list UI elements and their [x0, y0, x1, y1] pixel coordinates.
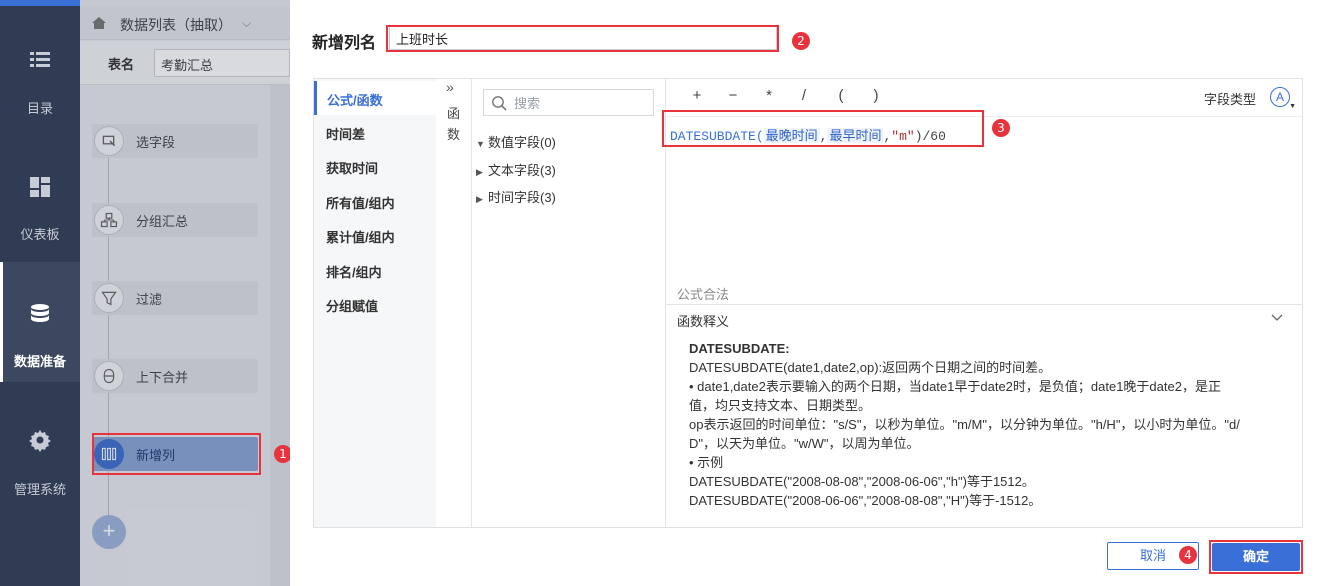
explanation-line: op表示返回的时间单位："s/S"，以秒为单位。"m/M"，以分钟为单位。"h/…: [689, 417, 1240, 432]
tree-label: 数值字段(0): [488, 135, 556, 150]
category-cumulative[interactable]: 累计值/组内: [314, 218, 436, 252]
highlight-box-confirm: [1209, 540, 1303, 574]
category-formula[interactable]: 公式/函数: [314, 81, 436, 115]
category-all-values[interactable]: 所有值/组内: [314, 184, 436, 218]
category-time-diff[interactable]: 时间差: [314, 115, 436, 149]
category-rank[interactable]: 排名/组内: [314, 253, 436, 287]
explanation-line: D"，以天为单位。"w/W"，以周为单位。: [689, 436, 920, 451]
nav-item-dashboard[interactable]: 仪表板: [0, 140, 80, 242]
step-label: 分组汇总: [136, 214, 189, 229]
tree-item-time[interactable]: ▶ 时间字段(3): [476, 187, 556, 206]
add-column-dialog: 新增列名 上班时长 2 公式/函数 时间差 获取时间 所有值/组内 累计值/组内…: [290, 8, 1326, 586]
field-type-icon[interactable]: A: [1270, 87, 1290, 107]
explanation-line: DATESUBDATE(date1,date2,op):返回两个日期之间的时间差…: [689, 360, 1052, 375]
tree-label: 文本字段(3): [488, 163, 556, 178]
bg-canvas-strip: [270, 85, 290, 586]
explanation-line: DATESUBDATE("2008-06-06","2008-08-08","H…: [689, 493, 1042, 508]
category-group-assign[interactable]: 分组赋值: [314, 287, 436, 321]
caret-right-icon: ▶: [476, 194, 483, 204]
step-union[interactable]: 上下合并: [92, 359, 258, 393]
caret-down-icon: ▼: [476, 139, 485, 149]
nav-label-catalog: 目录: [26, 101, 53, 116]
category-list: 公式/函数 时间差 获取时间 所有值/组内 累计值/组内 排名/组内 分组赋值: [314, 79, 436, 527]
step-badge-2: 2: [792, 32, 810, 50]
list-icon: [30, 52, 50, 67]
function-explanation: 函数释义 DATESUBDATE: DATESUBDATE(date1,date…: [666, 304, 1302, 527]
explanation-title: 函数释义: [677, 314, 730, 329]
dashboard-icon: [30, 177, 50, 197]
bg-table-name-label: 表名: [108, 57, 135, 72]
home-icon[interactable]: [92, 17, 106, 29]
field-pane: ▼数值字段(0) ▶ 文本字段(3) ▶ 时间字段(3): [472, 79, 666, 527]
tree-label: 时间字段(3): [488, 190, 556, 205]
step-label: 上下合并: [136, 370, 189, 385]
operator-multiply[interactable]: *: [759, 87, 779, 104]
explanation-line: DATESUBDATE("2008-08-08","2008-06-06","h…: [689, 474, 1035, 489]
caret-right-icon: ▶: [476, 167, 483, 177]
highlight-box-formula: [662, 110, 984, 147]
step-label: 选字段: [136, 135, 176, 150]
nav-top-accent: [0, 0, 80, 6]
merge-icon: [94, 361, 124, 391]
nav-item-admin[interactable]: 管理系统: [0, 395, 80, 497]
left-nav: 目录 仪表板 数据准备 管理系统: [0, 0, 80, 586]
function-column: » 函数: [436, 79, 472, 527]
operator-close-paren[interactable]: ): [866, 87, 886, 104]
explanation-line: • date1,date2表示要输入的两个日期，当date1早于date2时，是…: [689, 379, 1221, 394]
hierarchy-icon: [94, 205, 124, 235]
bg-name-bar: 表名 考勤汇总: [80, 41, 290, 85]
search-icon: [492, 96, 507, 111]
step-badge-3: 3: [992, 119, 1010, 137]
tree-item-text[interactable]: ▶ 文本字段(3): [476, 160, 556, 179]
bg-tab-bar: 数据列表（抽取） ⌵: [80, 6, 290, 40]
function-tab-label[interactable]: 函数: [447, 103, 461, 145]
field-search[interactable]: [483, 89, 654, 116]
explanation-line: • 示例: [689, 455, 724, 470]
category-get-time[interactable]: 获取时间: [314, 149, 436, 183]
gear-icon: [29, 430, 51, 452]
search-input[interactable]: [514, 94, 644, 112]
step-badge-4: 4: [1179, 546, 1197, 564]
explanation-line: 值，均只支持文本、日期类型。: [689, 398, 872, 413]
step-select-fields[interactable]: 选字段: [92, 124, 258, 158]
bg-table-name-input[interactable]: 考勤汇总: [154, 49, 290, 77]
highlight-box-name: [386, 25, 779, 52]
select-field-icon: [94, 126, 124, 156]
nav-item-catalog[interactable]: 目录: [0, 14, 80, 116]
add-step-button[interactable]: +: [92, 515, 126, 549]
chevron-down-icon[interactable]: ⌵: [242, 16, 251, 31]
step-group-summary[interactable]: 分组汇总: [92, 203, 258, 237]
nav-label-dashboard: 仪表板: [20, 227, 60, 242]
operator-open-paren[interactable]: (: [831, 87, 851, 104]
highlight-box-add-column: [92, 433, 261, 475]
tree-item-numeric[interactable]: ▼ 数值字段(0): [476, 132, 556, 151]
operator-divide[interactable]: /: [794, 87, 814, 104]
nav-label-data-prep: 数据准备: [13, 354, 66, 369]
background-page: 数据列表（抽取） ⌵ 表名 考勤汇总 选字段 分组汇总 过滤 上下合并 新增列 …: [80, 0, 290, 586]
step-label: 过滤: [136, 292, 163, 307]
nav-item-data-prep[interactable]: 数据准备: [0, 262, 80, 382]
explanation-line: DATESUBDATE:: [689, 341, 790, 356]
nav-label-admin: 管理系统: [13, 482, 66, 497]
chevron-down-icon[interactable]: [1270, 311, 1284, 325]
explanation-body: DATESUBDATE: DATESUBDATE(date1,date2,op)…: [689, 339, 1289, 510]
filter-icon: [94, 283, 124, 313]
operator-minus[interactable]: −: [723, 87, 743, 104]
operator-plus[interactable]: +: [687, 87, 707, 104]
field-type-label: 字段类型: [1203, 92, 1256, 107]
bg-tab-label[interactable]: 数据列表（抽取）: [120, 15, 232, 35]
double-chevron-right-icon[interactable]: »: [446, 79, 454, 95]
formula-validity: 公式合法: [677, 287, 730, 302]
step-filter[interactable]: 过滤: [92, 281, 258, 315]
caret-down-icon[interactable]: ▼: [1289, 103, 1296, 110]
dialog-title: 新增列名: [312, 35, 377, 52]
database-icon: [31, 304, 49, 322]
